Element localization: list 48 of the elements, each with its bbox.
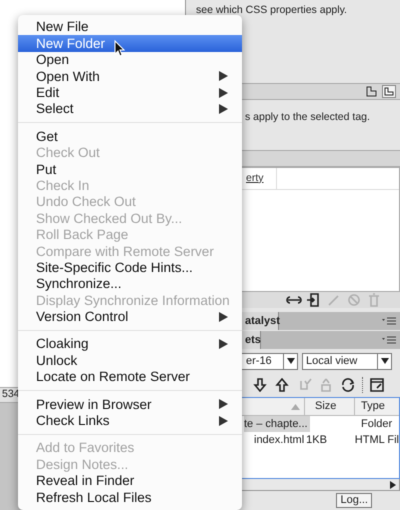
menu-item[interactable]: New File — [18, 19, 242, 36]
menu-item[interactable]: Open With — [18, 68, 242, 85]
add-property-link[interactable]: erty — [246, 170, 264, 186]
show-cascade-icon[interactable] — [366, 86, 378, 97]
css-message: see which CSS properties apply. — [196, 4, 347, 16]
menu-item[interactable]: Put — [18, 161, 242, 178]
submenu-arrow-icon — [219, 312, 228, 322]
submenu-arrow-icon — [219, 339, 228, 350]
file-size: 1KB — [306, 434, 327, 446]
menu-item[interactable]: Preview in Browser — [18, 396, 242, 413]
file-name[interactable]: index.html — [244, 432, 304, 448]
menu-item[interactable]: Reveal in Finder — [18, 472, 242, 490]
column-header[interactable]: Type — [355, 398, 399, 415]
submenu-arrow-icon — [219, 399, 228, 410]
pointer-cursor-icon — [114, 40, 125, 57]
up-arrow-icon[interactable] — [274, 378, 290, 392]
file-type: HTML Fil — [354, 434, 399, 446]
menu-item[interactable]: Site-Specific Code Hints... — [18, 259, 242, 276]
file-name[interactable]: te – chapte... — [244, 416, 310, 432]
panel-menu-icon[interactable] — [382, 317, 396, 325]
caret-icon — [286, 358, 294, 364]
panel-menu-icon[interactable] — [382, 336, 396, 344]
rules-message: s apply to the selected tag. — [245, 111, 370, 123]
menu-item[interactable]: Open — [18, 52, 242, 68]
menu-item[interactable]: Check Links — [18, 412, 242, 429]
column-header[interactable]: Size — [305, 398, 355, 415]
menu-item[interactable]: Get — [18, 128, 242, 145]
sync-icon[interactable] — [340, 378, 356, 392]
menu-item[interactable]: New Folder — [18, 35, 242, 52]
log-button[interactable]: Log... — [336, 493, 372, 508]
show-properties-icon[interactable] — [382, 85, 396, 98]
menu-item[interactable]: Synchronize... — [18, 276, 242, 292]
view-dropdown[interactable]: Local view — [302, 352, 392, 370]
file-type: Folder — [361, 418, 392, 430]
submenu-arrow-icon — [219, 104, 228, 114]
scroll-right-icon[interactable] — [390, 480, 396, 488]
submenu-arrow-icon — [219, 71, 228, 82]
status-number: 534 — [2, 387, 20, 402]
menu-item[interactable]: Cloaking — [18, 336, 242, 352]
menu-item[interactable]: Refresh Local Files — [18, 489, 242, 506]
submenu-arrow-icon — [219, 416, 228, 426]
menu-item[interactable]: Select — [18, 100, 242, 118]
down-arrow-icon[interactable] — [252, 378, 268, 392]
menu-item[interactable]: Locate on Remote Server — [18, 368, 242, 386]
caret-icon — [380, 358, 388, 364]
submenu-arrow-icon — [219, 88, 228, 98]
menu-item[interactable]: Edit — [18, 84, 242, 101]
menu-item[interactable]: Version Control — [18, 308, 242, 326]
